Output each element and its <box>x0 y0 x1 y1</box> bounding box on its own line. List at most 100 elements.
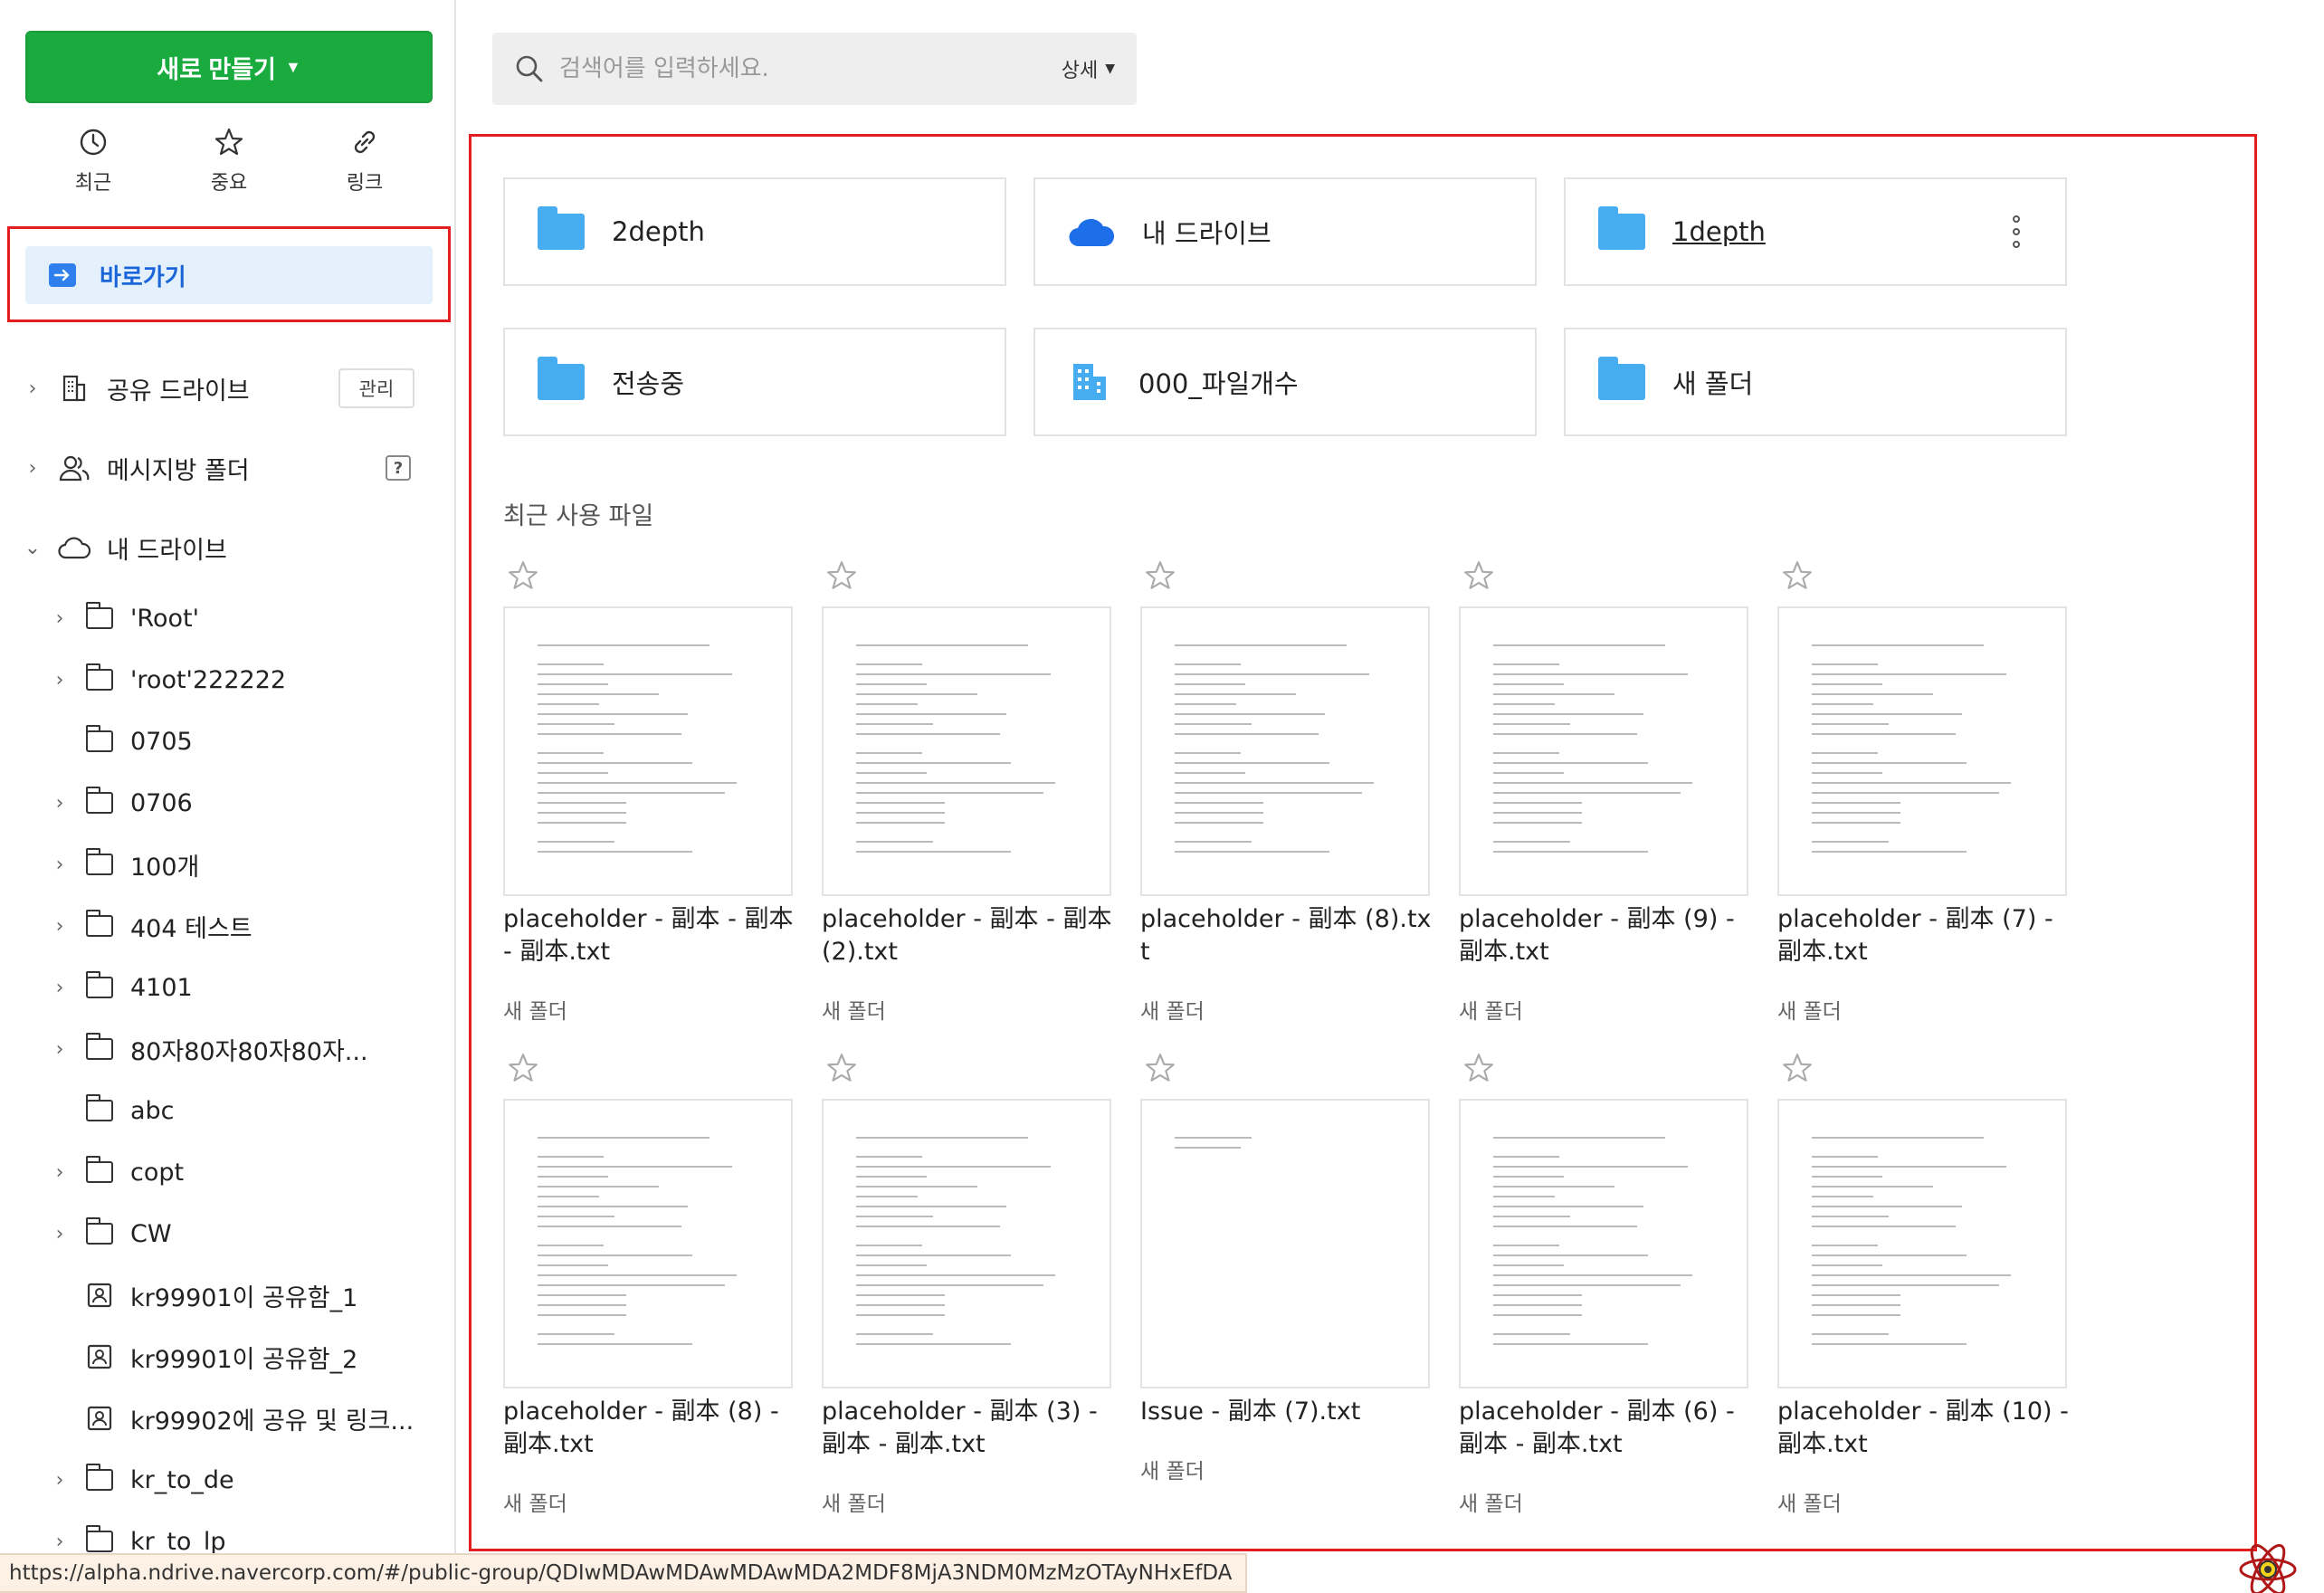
star-icon[interactable] <box>507 559 539 592</box>
tree-item[interactable]: kr99901이 공유함_2 <box>0 1326 456 1388</box>
tree-item[interactable]: abc <box>0 1080 456 1141</box>
file-thumbnail[interactable] <box>503 606 793 896</box>
people-icon <box>58 453 90 482</box>
sidebar-item-goto[interactable]: 바로가기 <box>25 246 433 304</box>
star-icon[interactable] <box>1781 1052 1814 1084</box>
file-card[interactable]: placeholder - 副本 (3) - 副本 - 副本.txt 새 폴더 <box>822 1052 1113 1516</box>
quick-access-card[interactable]: 000_파일개수 <box>1033 328 1537 436</box>
file-card[interactable]: placeholder - 副本 (8).txt 새 폴더 <box>1140 559 1432 1024</box>
sidebar-item-my-drive[interactable]: ⌄ 내 드라이브 <box>0 508 456 587</box>
file-name[interactable]: placeholder - 副本 (10) - 副本.txt <box>1777 1396 2076 1461</box>
chevron-right-icon[interactable]: › <box>51 669 69 692</box>
file-card[interactable]: placeholder - 副本 (7) - 副本.txt 새 폴더 <box>1777 559 2069 1024</box>
search-detail-button[interactable]: 상세 ▼ <box>1062 54 1115 83</box>
file-thumbnail[interactable] <box>1459 1099 1748 1388</box>
chevron-right-icon[interactable]: › <box>51 1223 69 1245</box>
quick-access-card[interactable]: 전송중 <box>503 328 1006 436</box>
file-thumbnail[interactable] <box>822 1099 1111 1388</box>
file-name[interactable]: placeholder - 副本 (3) - 副本 - 副本.txt <box>822 1396 1120 1461</box>
chevron-right-icon[interactable]: › <box>51 854 69 876</box>
new-create-button[interactable]: 새로 만들기 ▼ <box>25 31 433 103</box>
folder-icon <box>83 787 116 817</box>
tree-item-label: kr99901이 공유함_1 <box>130 1283 358 1312</box>
chevron-down-icon[interactable]: ⌄ <box>24 537 42 559</box>
file-name[interactable]: Issue - 副本 (7).txt <box>1140 1396 1439 1428</box>
file-name[interactable]: placeholder - 副本 (7) - 副本.txt <box>1777 903 2076 968</box>
tree-item[interactable]: › CW <box>0 1203 456 1264</box>
file-card[interactable]: placeholder - 副本 (6) - 副本 - 副本.txt 새 폴더 <box>1459 1052 1750 1516</box>
tree-item-label: 404 테스트 <box>130 914 252 943</box>
chevron-right-icon[interactable]: › <box>51 792 69 815</box>
file-thumbnail[interactable] <box>1140 606 1430 896</box>
file-thumbnail[interactable] <box>1459 606 1748 896</box>
tree-item[interactable]: › 404 테스트 <box>0 895 456 957</box>
file-card[interactable]: placeholder - 副本 - 副本 (2).txt 새 폴더 <box>822 559 1113 1024</box>
file-name[interactable]: placeholder - 副本 - 副本 (2).txt <box>822 903 1120 968</box>
tree-item-label: abc <box>130 1096 175 1125</box>
file-name[interactable]: placeholder - 副本 (6) - 副本 - 副本.txt <box>1459 1396 1757 1461</box>
star-icon[interactable] <box>1462 1052 1495 1084</box>
tree-item[interactable]: › 80자80자80자80자... <box>0 1018 456 1080</box>
file-location: 새 폴더 <box>1140 1000 1205 1024</box>
quick-link[interactable]: 링크 <box>297 127 433 208</box>
more-options-icon[interactable] <box>2013 215 2020 248</box>
chevron-right-icon[interactable]: › <box>51 915 69 938</box>
tree-item[interactable]: › 4101 <box>0 957 456 1018</box>
chevron-right-icon[interactable]: › <box>51 977 69 999</box>
file-thumbnail[interactable] <box>1140 1099 1430 1388</box>
star-icon[interactable] <box>507 1052 539 1084</box>
file-thumbnail[interactable] <box>1777 606 2067 896</box>
chevron-right-icon[interactable]: › <box>51 1161 69 1184</box>
help-icon[interactable]: ? <box>386 455 411 481</box>
tree-item-label: CW <box>130 1219 172 1248</box>
chevron-right-icon[interactable]: › <box>51 1469 69 1492</box>
quick-access-card[interactable]: 1depth <box>1564 177 2067 286</box>
file-name[interactable]: placeholder - 副本 (9) - 副本.txt <box>1459 903 1757 968</box>
file-card[interactable]: Issue - 副本 (7).txt 새 폴더 <box>1140 1052 1432 1483</box>
file-thumbnail[interactable] <box>503 1099 793 1388</box>
chevron-right-icon[interactable]: › <box>24 457 42 480</box>
file-card[interactable]: placeholder - 副本 (8) - 副本.txt 새 폴더 <box>503 1052 795 1516</box>
tree-item[interactable]: › kr_to_de <box>0 1449 456 1511</box>
recent-files-title: 최근 사용 파일 <box>503 502 654 530</box>
tree-item-label: 80자80자80자80자... <box>130 1037 368 1066</box>
star-icon[interactable] <box>1144 1052 1176 1084</box>
file-thumbnail[interactable] <box>1777 1099 2067 1388</box>
tree-item[interactable]: › 'Root' <box>0 587 456 649</box>
tree-item[interactable]: 0705 <box>0 711 456 772</box>
cloud-icon <box>1068 214 1115 250</box>
star-icon[interactable] <box>825 1052 858 1084</box>
sidebar-item-shared-drive[interactable]: › 공유 드라이브 관리 <box>0 348 456 428</box>
tree-item[interactable]: › copt <box>0 1141 456 1203</box>
tree-item[interactable]: › 'root'222222 <box>0 649 456 711</box>
tree-item-label: 'Root' <box>130 604 200 633</box>
quick-recent[interactable]: 최근 <box>25 127 161 208</box>
search-input[interactable] <box>559 55 1062 82</box>
tree-item[interactable]: › 0706 <box>0 772 456 834</box>
star-icon[interactable] <box>1462 559 1495 592</box>
file-name[interactable]: placeholder - 副本 - 副本 - 副本.txt <box>503 903 802 968</box>
quick-access-card[interactable]: 새 폴더 <box>1564 328 2067 436</box>
file-name[interactable]: placeholder - 副本 (8) - 副本.txt <box>503 1396 802 1461</box>
quick-important[interactable]: 중요 <box>161 127 297 208</box>
manage-button[interactable]: 관리 <box>338 368 414 408</box>
file-card[interactable]: placeholder - 副本 (10) - 副本.txt 새 폴더 <box>1777 1052 2069 1516</box>
star-icon[interactable] <box>825 559 858 592</box>
chevron-right-icon[interactable]: › <box>24 377 42 400</box>
tree-item[interactable]: kr99902에 공유 및 링크... <box>0 1388 456 1449</box>
tree-item[interactable]: kr99901이 공유함_1 <box>0 1264 456 1326</box>
chevron-right-icon[interactable]: › <box>51 1038 69 1061</box>
chevron-right-icon[interactable]: › <box>51 1531 69 1553</box>
star-icon[interactable] <box>1144 559 1176 592</box>
file-thumbnail[interactable] <box>822 606 1111 896</box>
star-icon[interactable] <box>1781 559 1814 592</box>
chevron-right-icon[interactable]: › <box>51 607 69 630</box>
quick-access-card[interactable]: 2depth <box>503 177 1006 286</box>
tree-item[interactable]: › 100개 <box>0 834 456 895</box>
file-card[interactable]: placeholder - 副本 - 副本 - 副本.txt 새 폴더 <box>503 559 795 1024</box>
sidebar-item-messenger-folder[interactable]: › 메시지방 폴더 ? <box>0 428 456 508</box>
quick-access-card[interactable]: 내 드라이브 <box>1033 177 1537 286</box>
file-card[interactable]: placeholder - 副本 (9) - 副本.txt 새 폴더 <box>1459 559 1750 1024</box>
file-name[interactable]: placeholder - 副本 (8).txt <box>1140 903 1439 968</box>
file-location: 새 폴더 <box>503 1000 567 1024</box>
